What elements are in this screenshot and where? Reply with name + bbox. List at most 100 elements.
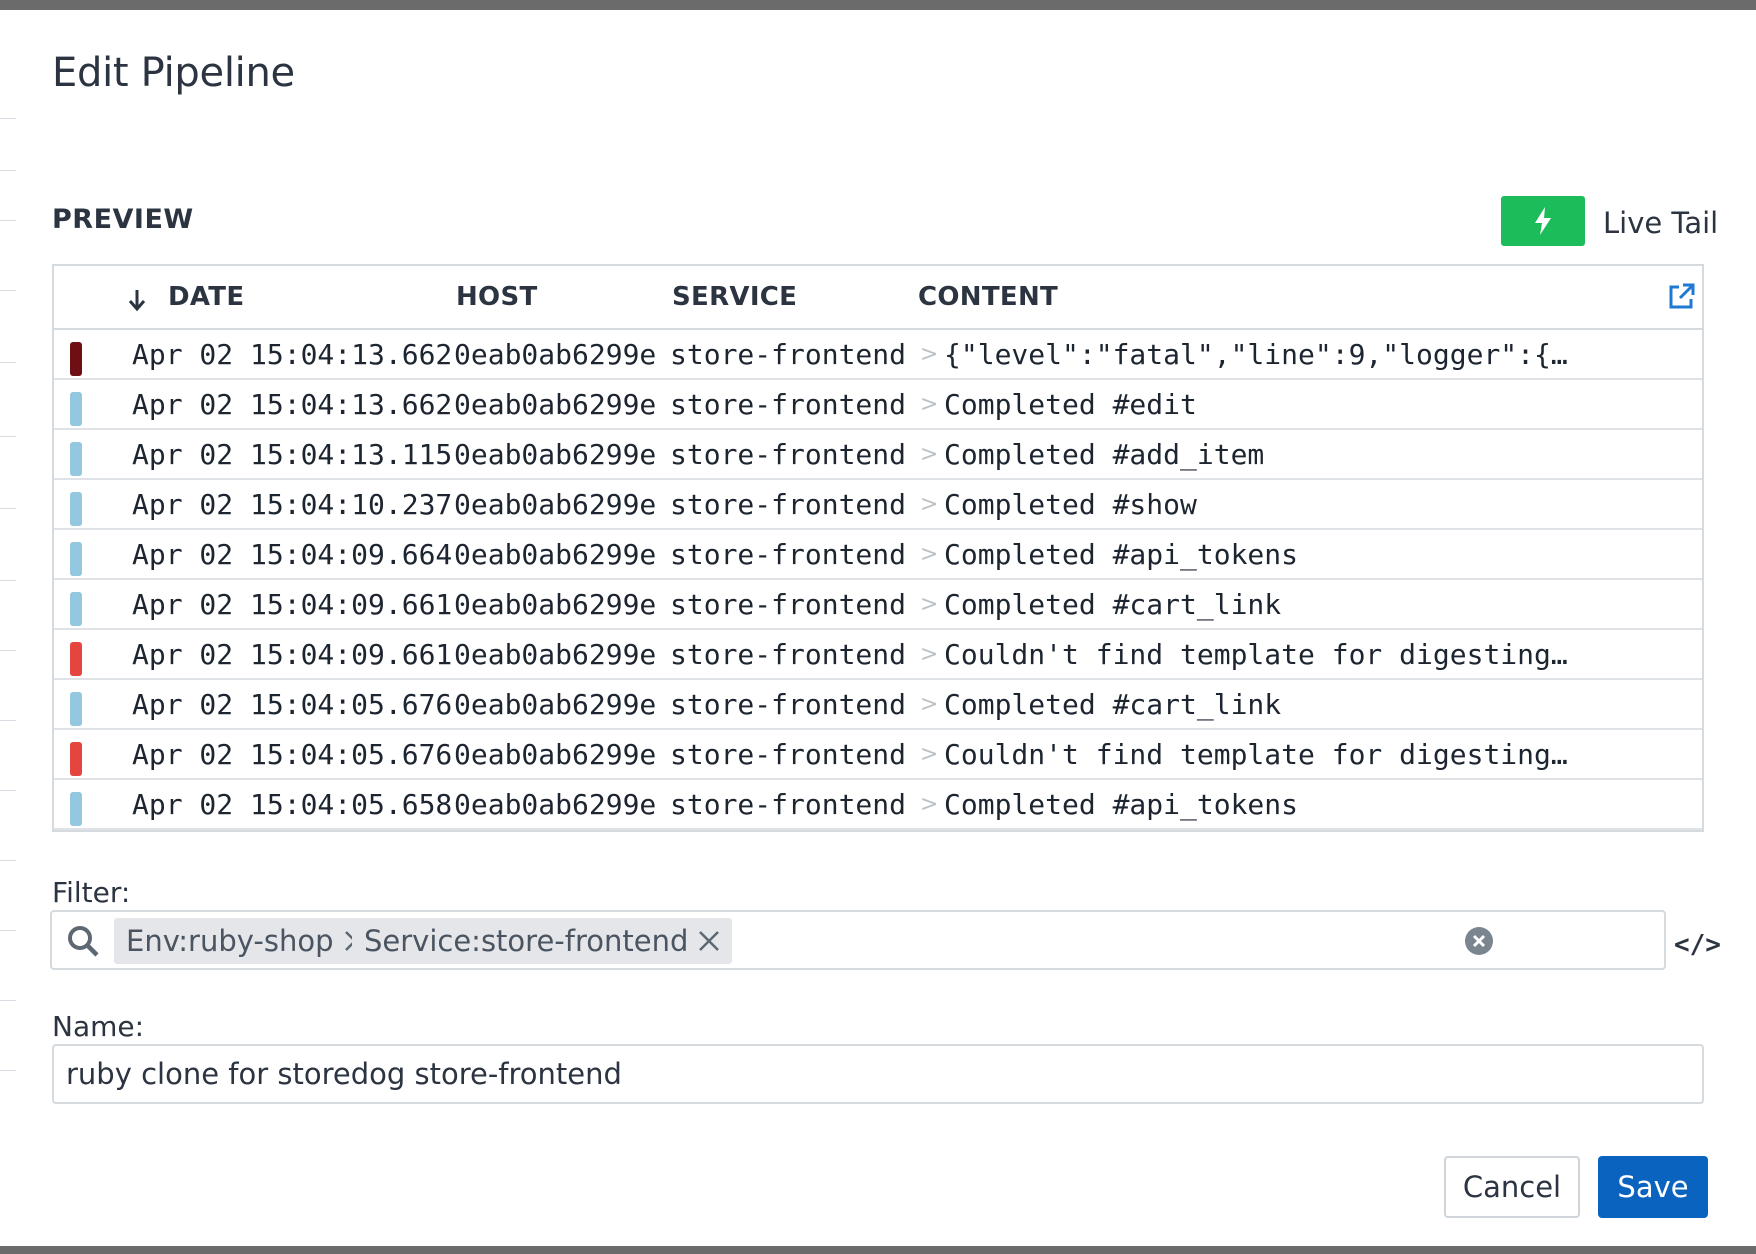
log-content: Completed #add_item (944, 438, 1265, 471)
search-icon (68, 926, 99, 957)
code-view-toggle-icon[interactable]: </> (1674, 930, 1721, 960)
status-indicator-info (70, 542, 82, 576)
expand-chevron-icon[interactable]: > (920, 742, 938, 767)
cancel-button[interactable]: Cancel (1444, 1156, 1580, 1218)
filter-chip-service: Service:store-frontend (352, 918, 733, 964)
column-header-date[interactable]: DATE (168, 282, 244, 312)
log-host: 0eab0ab6299e (454, 788, 657, 821)
log-content: Completed #edit (944, 388, 1197, 421)
log-service: store-frontend (670, 388, 907, 421)
preview-section-label: PREVIEW (52, 204, 194, 235)
filter-chip-env: Env:ruby-shop (114, 918, 378, 964)
pipeline-name-input[interactable] (52, 1044, 1704, 1104)
status-indicator-info (70, 442, 82, 476)
log-service: store-frontend (670, 338, 907, 371)
log-service: store-frontend (670, 588, 907, 621)
background-page-left-edge (0, 10, 16, 1246)
background-page-right-edge (1748, 10, 1756, 1246)
log-preview-table: DATE HOST SERVICE CONTENT Apr 02 15:04:1… (52, 264, 1704, 832)
expand-chevron-icon[interactable]: > (920, 342, 938, 367)
log-table-header: DATE HOST SERVICE CONTENT (54, 266, 1702, 330)
log-service: store-frontend (670, 538, 907, 571)
column-header-host[interactable]: HOST (456, 282, 538, 312)
log-host: 0eab0ab6299e (454, 638, 657, 671)
log-content: Completed #cart_link (944, 688, 1282, 721)
log-content: Completed #api_tokens (944, 538, 1299, 571)
log-service: store-frontend (670, 738, 907, 771)
log-content: Completed #api_tokens (944, 788, 1299, 821)
live-tail-label: Live Tail (1603, 206, 1719, 240)
log-row[interactable]: Apr 02 15:04:05.676 0eab0ab6299e store-fro… (54, 730, 1702, 780)
log-host: 0eab0ab6299e (454, 438, 657, 471)
log-service: store-frontend (670, 788, 907, 821)
remove-chip-icon[interactable] (698, 930, 720, 952)
column-header-service[interactable]: SERVICE (672, 282, 797, 312)
log-date: Apr 02 15:04:10.237 (132, 488, 453, 521)
log-service: store-frontend (670, 438, 907, 471)
log-host: 0eab0ab6299e (454, 738, 657, 771)
log-content: Completed #cart_link (944, 588, 1282, 621)
status-indicator-error (70, 742, 82, 776)
log-service: store-frontend (670, 638, 907, 671)
log-row[interactable]: Apr 02 15:04:05.676 0eab0ab6299e store-fro… (54, 680, 1702, 730)
log-date: Apr 02 15:04:09.661 (132, 638, 453, 671)
log-row[interactable]: Apr 02 15:04:13.662 0eab0ab6299e store-fro… (54, 330, 1702, 380)
status-indicator-info (70, 692, 82, 726)
filter-chip-label: Service:store-frontend (364, 924, 689, 958)
log-row[interactable]: Apr 02 15:04:05.658 0eab0ab6299e store-fro… (54, 780, 1702, 830)
log-host: 0eab0ab6299e (454, 338, 657, 371)
status-indicator-info (70, 592, 82, 626)
status-indicator-critical (70, 342, 82, 376)
log-rows: Apr 02 15:04:13.662 0eab0ab6299e store-fro… (54, 330, 1702, 830)
log-content: Completed #show (944, 488, 1197, 521)
clear-filter-icon[interactable] (1464, 926, 1494, 956)
log-content: Couldn't find template for digesting… (944, 638, 1568, 671)
log-date: Apr 02 15:04:13.662 (132, 338, 453, 371)
column-header-content[interactable]: CONTENT (918, 282, 1058, 312)
status-indicator-info (70, 792, 82, 826)
expand-chevron-icon[interactable]: > (920, 492, 938, 517)
log-date: Apr 02 15:04:05.676 (132, 738, 453, 771)
log-date: Apr 02 15:04:13.662 (132, 388, 453, 421)
expand-chevron-icon[interactable]: > (920, 642, 938, 667)
name-label: Name: (52, 1010, 145, 1043)
log-host: 0eab0ab6299e (454, 538, 657, 571)
log-host: 0eab0ab6299e (454, 688, 657, 721)
log-date: Apr 02 15:04:13.115 (132, 438, 453, 471)
modal-title: Edit Pipeline (52, 50, 295, 96)
log-row[interactable]: Apr 02 15:04:09.664 0eab0ab6299e store-fro… (54, 530, 1702, 580)
log-service: store-frontend (670, 688, 907, 721)
log-service: store-frontend (670, 488, 907, 521)
log-date: Apr 02 15:04:05.658 (132, 788, 453, 821)
expand-chevron-icon[interactable]: > (920, 692, 938, 717)
log-date: Apr 02 15:04:05.676 (132, 688, 453, 721)
expand-chevron-icon[interactable]: > (920, 442, 938, 467)
edit-pipeline-modal: Edit Pipeline PREVIEW Live Tail DATE HOS… (16, 10, 1748, 1246)
expand-chevron-icon[interactable]: > (920, 792, 938, 817)
expand-chevron-icon[interactable]: > (920, 392, 938, 417)
log-date: Apr 02 15:04:09.664 (132, 538, 453, 571)
log-row[interactable]: Apr 02 15:04:10.237 0eab0ab6299e store-fro… (54, 480, 1702, 530)
log-row[interactable]: Apr 02 15:04:09.661 0eab0ab6299e store-fro… (54, 580, 1702, 630)
sort-descending-icon[interactable] (128, 288, 146, 312)
open-external-icon[interactable] (1666, 282, 1696, 312)
status-indicator-info (70, 392, 82, 426)
filter-query-field[interactable]: Env:ruby-shop Service:store-frontend (50, 910, 1666, 970)
log-row[interactable]: Apr 02 15:04:13.115 0eab0ab6299e store-fro… (54, 430, 1702, 480)
live-tail-button[interactable] (1501, 196, 1585, 246)
log-host: 0eab0ab6299e (454, 388, 657, 421)
status-indicator-info (70, 492, 82, 526)
status-indicator-error (70, 642, 82, 676)
log-row[interactable]: Apr 02 15:04:13.662 0eab0ab6299e store-fro… (54, 380, 1702, 430)
log-row[interactable]: Apr 02 15:04:09.661 0eab0ab6299e store-fro… (54, 630, 1702, 680)
filter-chip-label: Env:ruby-shop (126, 924, 334, 958)
log-host: 0eab0ab6299e (454, 488, 657, 521)
log-content: {"level":"fatal","line":9,"logger":{… (944, 338, 1568, 371)
expand-chevron-icon[interactable]: > (920, 592, 938, 617)
expand-chevron-icon[interactable]: > (920, 542, 938, 567)
log-host: 0eab0ab6299e (454, 588, 657, 621)
filter-label: Filter: (52, 876, 131, 909)
bolt-icon (1535, 207, 1551, 235)
log-content: Couldn't find template for digesting… (944, 738, 1568, 771)
save-button[interactable]: Save (1598, 1156, 1708, 1218)
